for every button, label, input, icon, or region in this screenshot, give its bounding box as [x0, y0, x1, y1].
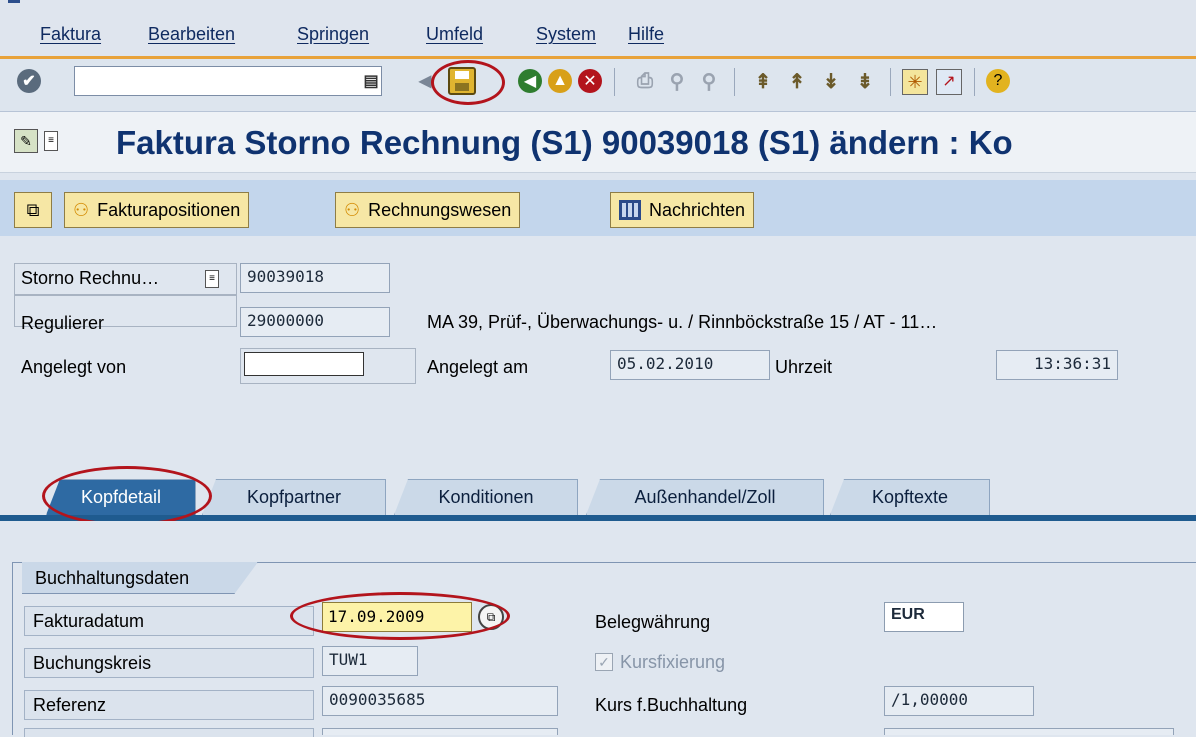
- nachrichten-label: Nachrichten: [649, 199, 746, 220]
- toolbar-separator: [974, 68, 975, 96]
- company-code-label: Buchungskreis: [33, 653, 152, 673]
- tab-kopfpartner-label: Kopfpartner: [246, 487, 342, 507]
- rate-field: /1,00000: [884, 686, 1034, 716]
- company-code-field: TUW1: [322, 646, 418, 676]
- menu-hilfe[interactable]: Hilfe: [628, 24, 664, 45]
- created-by-field: [244, 352, 364, 376]
- first-page-icon[interactable]: ⇞: [748, 66, 778, 96]
- last-page-icon[interactable]: ⇟: [850, 66, 880, 96]
- currency-label: Belegwährung: [595, 612, 711, 632]
- menu-umfeld[interactable]: Umfeld: [426, 24, 483, 45]
- billing-date-highlight-circle: [290, 592, 510, 640]
- enter-icon[interactable]: ✔: [14, 66, 44, 96]
- toolbar-separator: [890, 68, 891, 96]
- time-label: Uhrzeit: [775, 357, 833, 377]
- find-icon[interactable]: ⚲: [662, 66, 692, 96]
- display-change-icon[interactable]: ✎: [14, 129, 38, 153]
- back-nav-icon[interactable]: ◀: [518, 69, 542, 93]
- created-on-field: 05.02.2010: [610, 350, 770, 380]
- toolbar-separator: [734, 68, 735, 96]
- person-icon: ⚇: [73, 199, 90, 220]
- tab-aussenhandel-zoll[interactable]: Außenhandel/Zoll: [586, 479, 824, 515]
- tab-aussenhandel-zoll-label: Außenhandel/Zoll: [634, 487, 776, 507]
- created-on-label: Angelegt am: [427, 357, 529, 377]
- dropdown-icon[interactable]: ≡: [205, 270, 219, 288]
- tab-konditionen[interactable]: Konditionen: [394, 479, 578, 515]
- new-session-icon[interactable]: ✳: [902, 69, 928, 95]
- menu-faktura[interactable]: Faktura: [40, 24, 101, 45]
- next-row-label-box: [24, 728, 314, 737]
- menu-springen[interactable]: Springen: [297, 24, 369, 45]
- tab-kopftexte-label: Kopftexte: [871, 487, 949, 507]
- save-highlight-circle: [431, 60, 505, 105]
- toolbar-separator: [614, 68, 615, 96]
- command-history-icon[interactable]: ▤: [356, 66, 386, 96]
- shortcut-icon[interactable]: ↗: [936, 69, 962, 95]
- rechnungswesen-button[interactable]: ⚇ Rechnungswesen: [335, 192, 521, 228]
- other-document-icon[interactable]: ≡: [44, 131, 58, 151]
- tab-kopftexte[interactable]: Kopftexte: [830, 479, 990, 515]
- exit-icon[interactable]: ▲: [548, 69, 572, 93]
- doc-number-field: 90039018: [240, 263, 390, 293]
- next-row-field-right: [884, 728, 1174, 735]
- fakturapositionen-button[interactable]: ⚇ Fakturapositionen: [64, 192, 250, 228]
- tab-konditionen-label: Konditionen: [438, 487, 534, 507]
- reference-label-box: Referenz: [24, 690, 314, 720]
- doc-type-label: Storno Rechnu…: [21, 268, 160, 288]
- tab-kopfpartner[interactable]: Kopfpartner: [202, 479, 386, 515]
- reference-label: Referenz: [33, 695, 107, 715]
- reference-field: 0090035685: [322, 686, 558, 716]
- billing-date-label: Fakturadatum: [33, 611, 145, 631]
- accounting-group-title: Buchhaltungsdaten: [35, 568, 190, 588]
- rechnungswesen-label: Rechnungswesen: [368, 199, 512, 220]
- currency-field[interactable]: EUR: [884, 602, 964, 632]
- time-field: 13:36:31: [996, 350, 1118, 380]
- messages-grid-icon: [619, 200, 641, 220]
- rate-label: Kurs f.Buchhaltung: [595, 695, 748, 715]
- help-icon[interactable]: ?: [986, 69, 1010, 93]
- cancel-icon[interactable]: ✕: [578, 69, 602, 93]
- next-row-field: [322, 728, 558, 735]
- menu-system[interactable]: System: [536, 24, 596, 45]
- menu-bearbeiten[interactable]: Bearbeiten: [148, 24, 235, 45]
- print-icon[interactable]: ⎙: [630, 66, 660, 96]
- created-by-label: Angelegt von: [21, 357, 127, 377]
- prev-page-icon[interactable]: ↟: [782, 66, 812, 96]
- payer-field: 29000000: [240, 307, 390, 337]
- next-page-icon[interactable]: ↡: [816, 66, 846, 96]
- company-code-label-box: Buchungskreis: [24, 648, 314, 678]
- find-next-icon[interactable]: ⚲: [694, 66, 724, 96]
- window-menu-icon[interactable]: [8, 0, 20, 3]
- nachrichten-button[interactable]: Nachrichten: [610, 192, 755, 228]
- fixed-rate-label: Kursfixierung: [620, 652, 726, 672]
- person-icon: ⚇: [344, 199, 361, 220]
- fixed-rate-checkbox[interactable]: ✓: [595, 653, 613, 671]
- overview-icon[interactable]: ⧉: [14, 192, 52, 228]
- payer-label: Regulierer: [21, 313, 105, 333]
- payer-address: MA 39, Prüf-, Überwachungs- u. / Rinnböc…: [427, 312, 938, 332]
- page-title: Faktura Storno Rechnung (S1) 90039018 (S…: [116, 124, 1013, 161]
- fakturapositionen-label: Fakturapositionen: [97, 199, 241, 220]
- tab-highlight-circle: [42, 466, 212, 526]
- billing-date-label-box: Fakturadatum: [24, 606, 314, 636]
- command-field[interactable]: [74, 66, 382, 96]
